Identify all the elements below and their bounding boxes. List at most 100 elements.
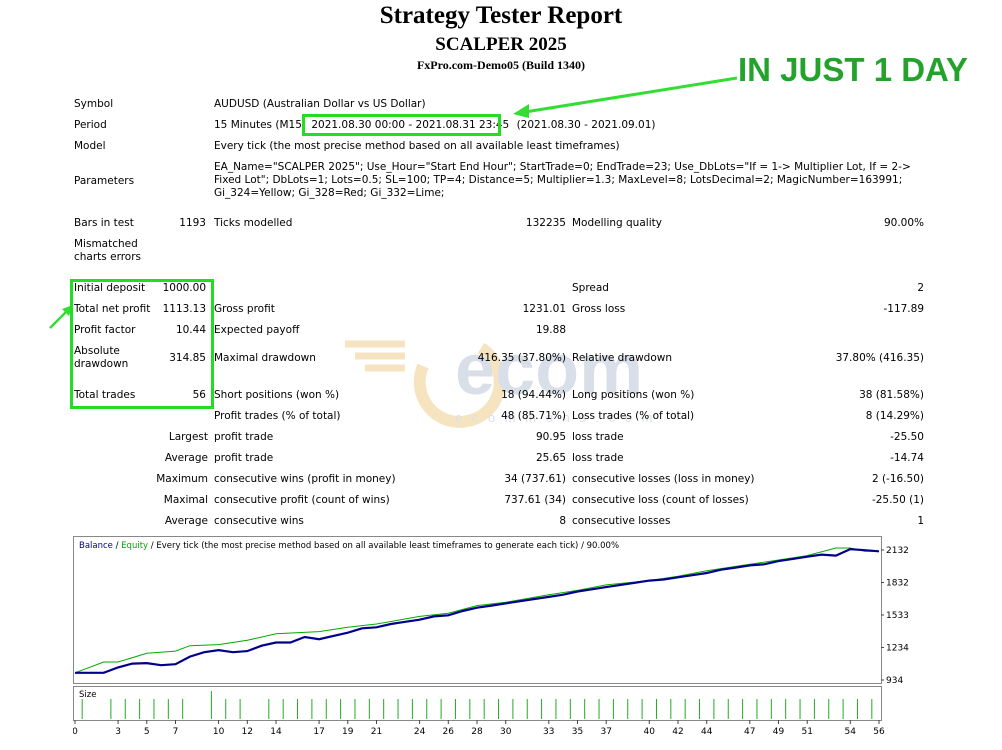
max-consec-wins-label: consecutive wins (profit in money) (214, 473, 396, 485)
x-tick-label: 21 (371, 727, 382, 737)
avg-consec-wins-label: consecutive wins (214, 515, 304, 527)
short-positions-label: Short positions (won %) (214, 389, 340, 401)
maximal-drawdown-label: Maximal drawdown (214, 352, 316, 364)
gross-loss-value: -117.89 (883, 303, 924, 315)
bars-label: Bars in test (74, 217, 134, 229)
max-consec-wins-value: 34 (737.61) (504, 473, 566, 485)
avg-consec-wins-value: 8 (559, 515, 566, 527)
spread-label: Spread (572, 282, 609, 294)
x-tick-label: 17 (313, 727, 324, 737)
period-timeframe: 15 Minutes (M15) (214, 119, 306, 131)
ticks-value: 132235 (525, 217, 566, 229)
period-dates: (2021.08.30 - 2021.09.01) (516, 119, 656, 131)
average-loss-label: loss trade (572, 452, 624, 464)
x-tick-label: 40 (644, 727, 656, 737)
x-tick-label: 56 (873, 727, 885, 737)
period-highlight-box (302, 114, 501, 136)
maximal-consec-profit-value: 737.61 (34) (504, 494, 566, 506)
x-tick-label: 3 (115, 727, 121, 737)
maximal-prefix: Maximal (163, 494, 208, 506)
max-consec-losses-value: 2 (-16.50) (871, 473, 924, 485)
max-consec-losses-label: consecutive losses (loss in money) (572, 473, 755, 485)
profit-trades-label: Profit trades (% of total) (214, 410, 341, 422)
model-value: Every tick (the most precise method base… (214, 140, 620, 152)
average-loss-value: -14.74 (890, 452, 924, 464)
gross-loss-label: Gross loss (572, 303, 626, 315)
period-label: Period (74, 119, 107, 131)
expected-payoff-label: Expected payoff (214, 324, 300, 336)
parameters-label: Parameters (74, 175, 135, 187)
relative-drawdown-value: 37.80% (416.35) (835, 352, 924, 364)
avg-consec-losses-value: 1 (917, 515, 924, 527)
average-profit-value: 25.65 (535, 452, 566, 464)
x-tick-label: 26 (443, 727, 455, 737)
maximal-consec-loss-value: -25.50 (1) (871, 494, 924, 506)
x-tick-label: 54 (845, 727, 857, 737)
total-trades-value: 56 (192, 389, 206, 401)
deposit-label: Initial deposit (74, 282, 146, 294)
net-profit-value: 1113.13 (162, 303, 206, 315)
x-tick-label: 44 (701, 727, 713, 737)
short-positions-value: 18 (94.44%) (501, 389, 566, 401)
x-tick-label: 30 (500, 727, 512, 737)
x-tick-label: 5 (144, 727, 150, 737)
quality-value: 90.00% (883, 217, 924, 229)
x-tick-label: 12 (242, 727, 253, 737)
y-tick-label: 2132 (886, 546, 909, 556)
profit-trades-value: 48 (85.71%) (501, 410, 566, 422)
largest-loss-value: -25.50 (890, 431, 924, 443)
gross-profit-label: Gross profit (214, 303, 275, 315)
ticks-label: Ticks modelled (214, 217, 293, 229)
profit-factor-value: 10.44 (175, 324, 206, 336)
report-title: Strategy Tester Report (379, 2, 623, 29)
x-tick-label: 47 (744, 727, 755, 737)
bars-value: 1193 (179, 217, 206, 229)
x-tick-label: 0 (73, 727, 78, 737)
x-tick-label: 33 (543, 727, 554, 737)
svg-text:Balance / Equity / Every tick: Balance / Equity / Every tick (the most … (79, 541, 619, 551)
spread-value: 2 (917, 282, 924, 294)
net-profit-label: Total net profit (74, 303, 151, 315)
x-tick-label: 49 (773, 727, 785, 737)
symbol-label: Symbol (74, 98, 114, 110)
absolute-drawdown-value: 314.85 (169, 352, 206, 364)
balance-chart: 2132 1832 1533 1234 934 0 3 5 7 10 12 14 17 19 21 24 26… (72, 536, 927, 746)
maximal-consec-loss-label: consecutive loss (count of losses) (572, 494, 749, 506)
x-tick-label: 35 (572, 727, 583, 737)
y-tick-label: 1533 (886, 611, 909, 621)
parameters-value: EA_Name="SCALPER 2025"; Use_Hour="Start … (214, 161, 911, 199)
x-tick-label: 7 (173, 727, 179, 737)
x-tick-label: 14 (270, 727, 282, 737)
largest-prefix: Largest (168, 431, 208, 443)
y-tick-label: 934 (886, 676, 903, 686)
average-profit-label: profit trade (214, 452, 274, 464)
loss-trades-label: Loss trades (% of total) (572, 410, 695, 422)
maximal-consec-profit-label: consecutive profit (count of wins) (214, 494, 390, 506)
long-positions-value: 38 (81.58%) (859, 389, 924, 401)
average-prefix: Average (164, 452, 208, 464)
quality-label: Modelling quality (572, 217, 662, 229)
absolute-drawdown-label: Absolute drawdown (74, 345, 129, 370)
long-positions-label: Long positions (won %) (572, 389, 695, 401)
gross-profit-value: 1231.01 (522, 303, 566, 315)
chart-svg: 2132183215331234934 0 3 5 7 10 12 14 17 19 21 24 26… (72, 536, 909, 737)
legend-equity: Equity (121, 541, 148, 551)
x-tick-label: 19 (342, 727, 354, 737)
x-tick-label: 37 (600, 727, 611, 737)
total-trades-label: Total trades (74, 389, 136, 401)
relative-drawdown-label: Relative drawdown (572, 352, 673, 364)
symbol-value: AUDUSD (Australian Dollar vs US Dollar) (214, 98, 426, 110)
chart-header-text: / Every tick (the most precise method ba… (148, 541, 619, 551)
x-tick-label: 42 (672, 727, 683, 737)
banner-text: IN JUST 1 DAY (738, 51, 968, 88)
x-tick-label: 51 (801, 727, 812, 737)
deposit-value: 1000.00 (162, 282, 206, 294)
average2-prefix: Average (164, 515, 208, 527)
x-tick-label: 24 (414, 727, 426, 737)
y-tick-label: 1234 (886, 643, 909, 653)
loss-trades-value: 8 (14.29%) (865, 410, 924, 422)
arrow-icon (513, 76, 738, 118)
largest-profit-value: 90.95 (535, 431, 566, 443)
x-tick-label: 10 (213, 727, 225, 737)
y-tick-label: 1832 (886, 579, 909, 589)
